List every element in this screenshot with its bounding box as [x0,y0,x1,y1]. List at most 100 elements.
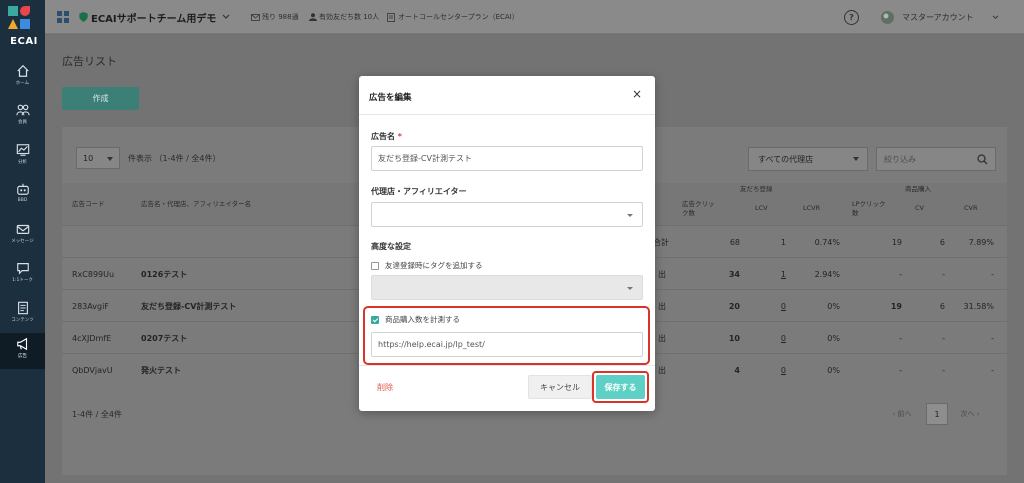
agency-select[interactable] [371,202,643,227]
sidebar-item-talk[interactable]: 1:1トーク [0,257,45,293]
row-clicks: 4 [734,365,740,375]
sidebar-item-content[interactable]: コンテンツ [0,297,45,333]
logo-square-red [20,6,30,16]
ad-name-input[interactable]: 友だち登録-CV計測テスト [371,146,643,171]
plan-info: オートコールセンタープラン（ECAI） [387,0,519,34]
logo-square-teal [8,6,18,16]
row-lp: - [899,333,902,343]
total-lcv: 1 [780,237,786,247]
row-ad-name[interactable]: 0207テスト [141,322,187,354]
modal-title: 広告を編集 [369,93,412,103]
sidebar-item-label: 広告 [17,353,27,359]
sidebar-item-ads[interactable]: 広告 [0,333,45,369]
workspace-selector[interactable]: ECAIサポートチーム用デモ [79,0,230,34]
account-menu[interactable]: マスターアカウント [881,0,999,34]
close-icon[interactable]: × [632,88,642,100]
pager-current[interactable]: 1 [926,403,948,425]
per-page-select[interactable]: 10 [76,147,120,169]
row-action-button[interactable]: 出 [658,322,666,354]
question-icon: ? [844,9,859,25]
row-action-button[interactable]: 出 [658,354,666,386]
row-lcvr: 0% [827,365,840,375]
col-cv[interactable]: CV [915,204,924,213]
row-cvr: 31.58% [963,301,994,311]
search-input[interactable]: 絞り込み [876,147,996,171]
total-lcvr: 0.74% [814,237,840,247]
sidebar-item-label: コンテンツ [11,317,34,323]
avatar-icon [881,10,894,24]
sidebar-item-label: ホーム [15,80,30,86]
sidebar-item-home[interactable]: ホーム [0,60,45,96]
row-ad-code: RxC899Uu [72,269,115,279]
home-icon [16,64,29,77]
ecai-logo[interactable]: ECAI [6,6,40,48]
col-lp-clicks[interactable]: LPクリック数 [852,200,886,218]
row-lcv-link[interactable]: 0 [743,354,786,386]
help-button[interactable]: ? [844,0,859,34]
row-action-button[interactable]: 出 [658,258,666,290]
col-clicks[interactable]: 広告クリッ ク数 [682,200,715,218]
col-lcv[interactable]: LCV [755,204,768,213]
row-ad-code: 283AvgiF [72,301,109,311]
save-button[interactable]: 保存する [596,375,645,399]
ad-name-label: 広告名 * [371,131,402,142]
chevron-down-icon [992,14,999,19]
chart-icon [16,144,29,156]
agency-filter-select[interactable]: すべての代理店 [748,147,868,171]
row-lcvr: 0% [827,333,840,343]
content-icon [17,301,28,315]
sidebar-item-members[interactable]: 会員 [0,99,45,135]
ad-name-label-text: 広告名 [371,132,395,141]
person-icon [309,13,317,21]
sidebar-item-bot[interactable]: BBD [0,178,45,214]
grid-menu-icon[interactable] [57,0,69,34]
shield-icon [79,12,88,22]
members-icon [15,104,30,116]
caret-down-icon [107,157,113,161]
plan-icon [387,12,395,22]
account-name: マスターアカウント [902,12,974,22]
remaining-messages: 残り 988通 [251,0,299,34]
purchase-checkbox-label: 商品購入数を計測する [385,315,460,324]
row-ad-name[interactable]: 友だち登録-CV計測テスト [141,290,236,322]
col-lcvr[interactable]: LCVR [803,204,820,213]
create-button[interactable]: 作成 [62,87,139,110]
col-cvr[interactable]: CVR [964,204,978,213]
row-cv: - [942,269,945,279]
row-lp: 19 [890,301,902,311]
logo-square-blue [20,19,30,29]
friend-count: 有効友だち数 10人 [309,0,379,34]
pager-next[interactable]: 次へ › [952,403,988,425]
cancel-button[interactable]: キャンセル [528,375,592,399]
pager-prev[interactable]: ‹ 前へ [885,403,919,425]
friend-count-text: 有効友だち数 10人 [319,13,380,21]
tag-checkbox-row[interactable]: 友達登録時にタグを追加する [371,260,483,271]
row-ad-name[interactable]: 発火テスト [141,354,181,386]
purchase-checkbox-row[interactable]: 商品購入数を計測する [371,314,460,325]
col-ad-code: 広告コード [72,200,105,208]
chevron-down-icon [222,14,230,19]
row-lcv-link[interactable]: 0 [743,322,786,354]
row-lp: - [899,365,902,375]
total-cvr: 7.89% [968,237,994,247]
row-action-button[interactable]: 出 [658,290,666,322]
tag-checkbox[interactable] [371,261,379,270]
top-header: ECAIサポートチーム用デモ 残り 988通 有効友だち数 10人 オートコール… [45,0,1024,34]
total-cv: 6 [939,237,945,247]
purchase-checkbox[interactable] [371,315,379,324]
row-lcv-link[interactable]: 1 [743,258,786,290]
sidebar-item-analytics[interactable]: 分析 [0,139,45,175]
sidebar-item-message[interactable]: メッセージ [0,218,45,254]
col-ad-name: 広告名・代理店、アフィリエイター名 [141,200,252,208]
row-cv: - [942,365,945,375]
ad-name-value: 友だち登録-CV計測テスト [378,154,472,163]
modal-divider [359,114,655,115]
delete-button[interactable]: 削除 [377,382,393,393]
page-title: 広告リスト [62,55,117,68]
per-page-label: 件表示 （1-4件 / 全4件） [128,154,221,163]
workspace-name: ECAIサポートチーム用デモ [91,13,217,25]
row-ad-name[interactable]: 0126テスト [141,258,187,290]
row-lcv-link[interactable]: 0 [743,290,786,322]
total-lp: 19 [891,237,902,247]
purchase-url-input[interactable]: https://help.ecai.jp/lp_test/ [371,332,643,357]
